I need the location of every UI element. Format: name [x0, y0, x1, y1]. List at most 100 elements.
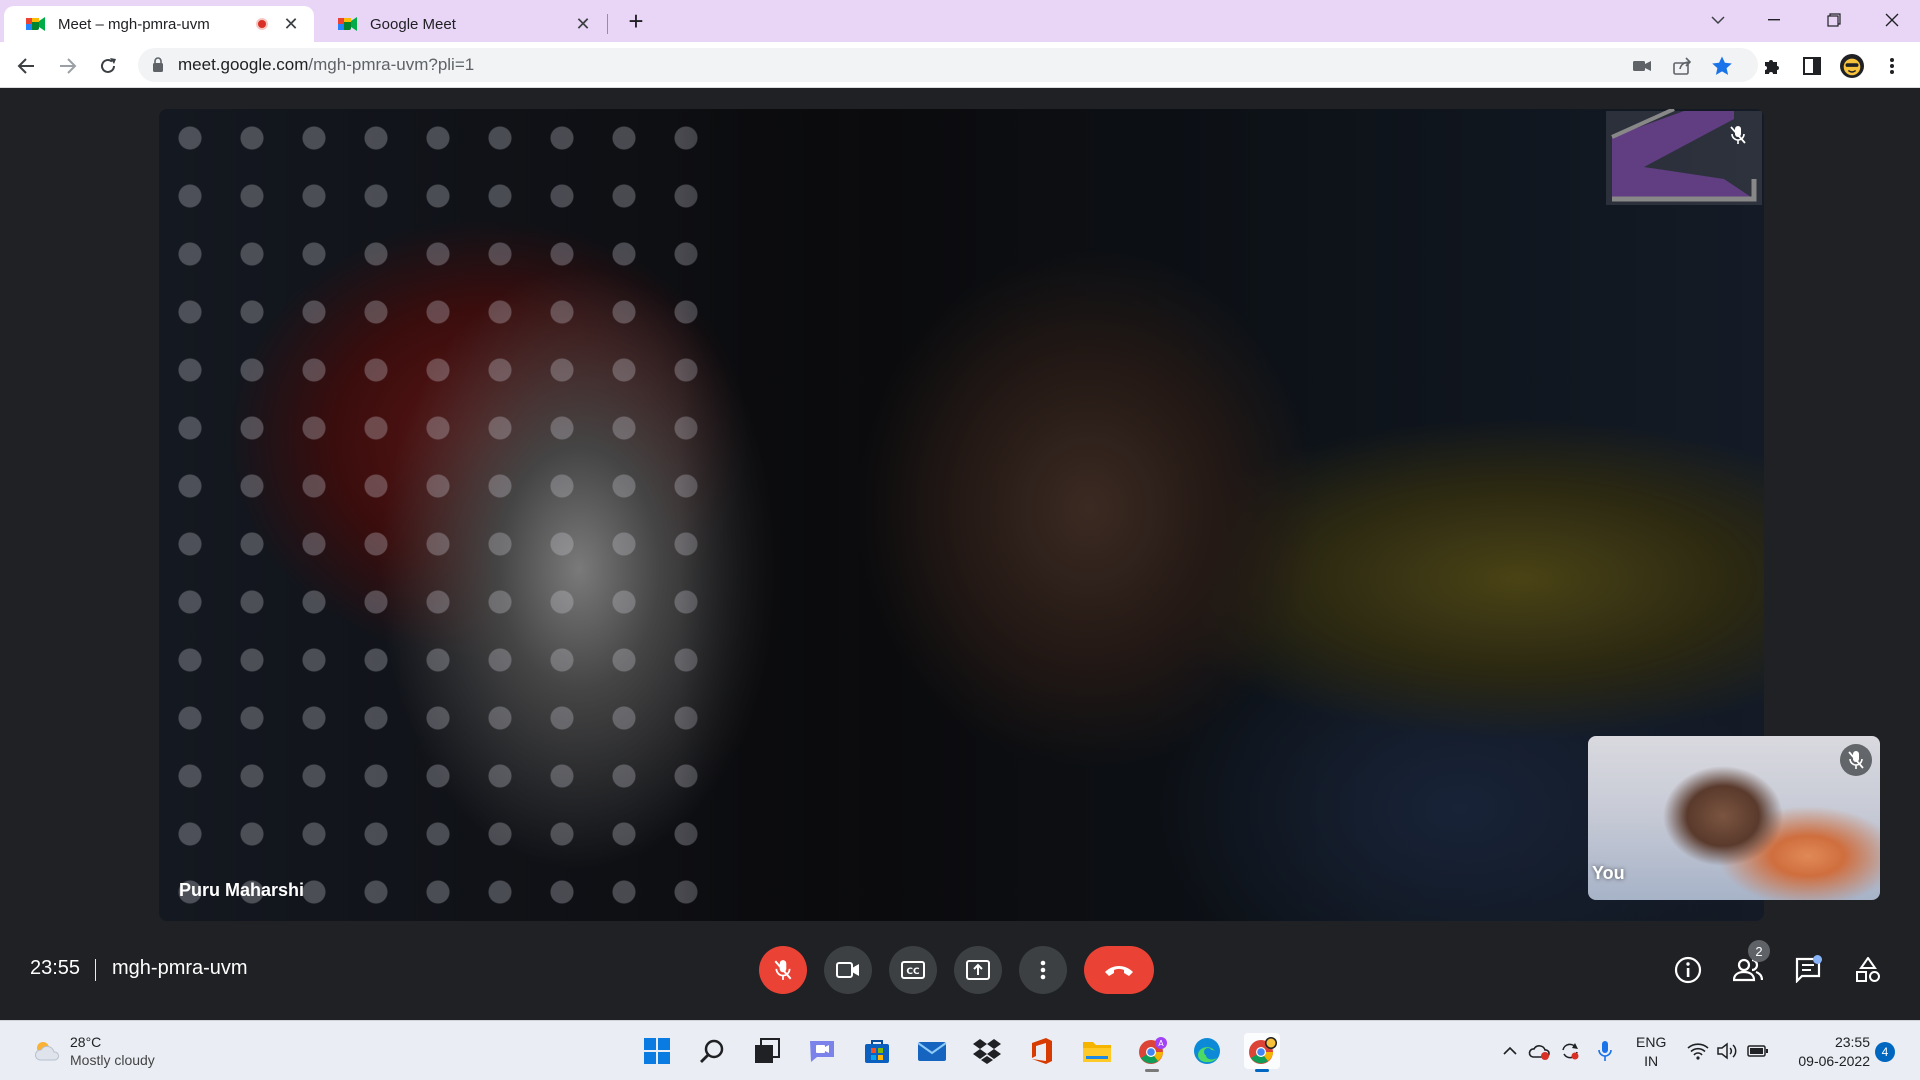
mic-off-icon: [1730, 126, 1746, 144]
cloud-error-icon: [1528, 1045, 1550, 1060]
minimize-icon: [1768, 19, 1780, 21]
more-options-button[interactable]: [1019, 946, 1067, 994]
more-options-icon: [1040, 960, 1046, 980]
puzzle-icon: [1765, 60, 1779, 74]
taskbar-search-button[interactable]: [694, 1033, 730, 1069]
side-panel-icon: [1803, 57, 1821, 75]
meeting-details-button[interactable]: [1668, 950, 1708, 990]
restore-button[interactable]: [1806, 0, 1862, 40]
show-hidden-icons-button[interactable]: [1498, 1039, 1522, 1063]
meeting-clock: 23:55: [30, 957, 81, 979]
onedrive-tray-icon[interactable]: [1528, 1039, 1552, 1063]
activities-button[interactable]: [1848, 950, 1888, 990]
mic-toggle-button[interactable]: [759, 946, 807, 994]
forward-button[interactable]: [52, 50, 84, 82]
microphone-tray-icon[interactable]: [1593, 1039, 1617, 1063]
svg-text:A: A: [1158, 1039, 1164, 1048]
mail-icon: [917, 1042, 947, 1061]
self-muted-indicator: [1840, 744, 1872, 776]
forward-arrow-icon: [60, 58, 77, 74]
hang-up-icon: [1105, 966, 1133, 976]
edge-button[interactable]: [1189, 1033, 1225, 1069]
new-tab-button[interactable]: +: [622, 6, 650, 36]
url-host: meet.google.com: [178, 55, 309, 74]
close-window-button[interactable]: [1864, 0, 1920, 40]
battery-icon: [1747, 1045, 1768, 1057]
chrome-profile-button[interactable]: A: [1134, 1033, 1170, 1072]
self-label: You: [1592, 863, 1625, 883]
present-icon: [966, 960, 990, 980]
main-participant-video[interactable]: Puru Maharshi: [159, 109, 1764, 921]
mic-off-icon: [1848, 751, 1864, 769]
captions-button[interactable]: CC: [889, 946, 937, 994]
dropbox-icon: [973, 1039, 1001, 1064]
running-indicator: [1145, 1069, 1159, 1072]
svg-text:CC: CC: [906, 967, 920, 977]
extensions-button[interactable]: [1760, 54, 1784, 78]
task-view-button[interactable]: [749, 1033, 785, 1069]
teams-chat-button[interactable]: [804, 1033, 840, 1069]
profile-avatar[interactable]: [1840, 54, 1864, 78]
battery-tray-icon[interactable]: [1746, 1039, 1770, 1063]
recording-indicator-icon: [256, 18, 268, 30]
input-language-indicator[interactable]: ENG IN: [1636, 1033, 1666, 1071]
start-button[interactable]: [639, 1033, 675, 1069]
close-icon: [1885, 13, 1899, 27]
tab-search-button[interactable]: [1690, 0, 1746, 40]
unread-indicator: [1813, 955, 1822, 964]
browser-toolbar: meet.google.com/mgh-pmra-uvm?pli=1: [0, 42, 1920, 88]
self-view-tile[interactable]: You: [1588, 736, 1880, 900]
close-tab-icon[interactable]: ✕: [282, 14, 300, 35]
participant-name: Puru Maharshi: [179, 880, 305, 900]
minimize-button[interactable]: [1746, 0, 1802, 40]
google-meet-icon: [338, 16, 358, 32]
weather-temp: 28°C: [70, 1034, 102, 1050]
system-clock[interactable]: 23:55 09-06-2022: [1786, 1033, 1870, 1071]
windows-taskbar: 28°C Mostly cloudy A ENG IN 23:55 09-06-…: [0, 1020, 1920, 1080]
share-icon[interactable]: [1671, 55, 1693, 77]
task-view-icon: [755, 1038, 780, 1063]
tab-meet-active[interactable]: Meet – mgh-pmra-uvm ✕: [4, 6, 314, 42]
file-explorer-button[interactable]: [1079, 1033, 1115, 1069]
chevron-up-icon: [1503, 1046, 1517, 1055]
camera-icon: [836, 962, 859, 978]
tab-title: Google Meet: [370, 15, 456, 33]
captions-icon: CC: [901, 961, 925, 979]
google-meet-icon: [26, 16, 46, 32]
wifi-tray-icon[interactable]: [1686, 1039, 1710, 1063]
camera-in-use-icon[interactable]: [1631, 55, 1653, 77]
dropbox-button[interactable]: [969, 1033, 1005, 1069]
present-screen-button[interactable]: [954, 946, 1002, 994]
tab-separator: [607, 14, 608, 34]
meet-control-bar: 23:55 mgh-pmra-uvm CC 2: [0, 940, 1920, 1000]
weather-widget[interactable]: 28°C Mostly cloudy: [32, 1033, 155, 1069]
store-button[interactable]: [859, 1033, 895, 1069]
chrome-button[interactable]: [1244, 1033, 1280, 1072]
tab-google-meet[interactable]: Google Meet ✕: [316, 6, 606, 42]
participant-muted-indicator: [1722, 119, 1754, 151]
browser-menu-button[interactable]: [1880, 54, 1904, 78]
camera-toggle-button[interactable]: [824, 946, 872, 994]
store-icon: [865, 1040, 889, 1063]
mail-button[interactable]: [914, 1033, 950, 1069]
side-panel-button[interactable]: [1800, 54, 1824, 78]
leave-call-button[interactable]: [1084, 946, 1154, 994]
windows-start-icon: [644, 1038, 670, 1064]
chrome-profile-icon: A: [1139, 1037, 1167, 1064]
close-tab-icon[interactable]: ✕: [574, 14, 592, 35]
address-bar[interactable]: meet.google.com/mgh-pmra-uvm?pli=1: [138, 48, 1758, 82]
volume-tray-icon[interactable]: [1716, 1039, 1740, 1063]
microphone-icon: [1598, 1041, 1612, 1061]
people-count-badge: 2: [1748, 940, 1770, 962]
divider: [95, 959, 96, 981]
chevron-down-icon: [1711, 16, 1725, 25]
reload-button[interactable]: [92, 50, 124, 82]
office-button[interactable]: [1024, 1033, 1060, 1069]
back-button[interactable]: [10, 50, 42, 82]
sync-tray-icon[interactable]: [1558, 1039, 1582, 1063]
chat-button[interactable]: [1788, 950, 1828, 990]
meeting-code: mgh-pmra-uvm: [112, 957, 248, 979]
sync-icon: [1562, 1043, 1579, 1060]
notification-badge[interactable]: 4: [1875, 1042, 1895, 1062]
bookmark-star-icon[interactable]: [1711, 55, 1733, 77]
